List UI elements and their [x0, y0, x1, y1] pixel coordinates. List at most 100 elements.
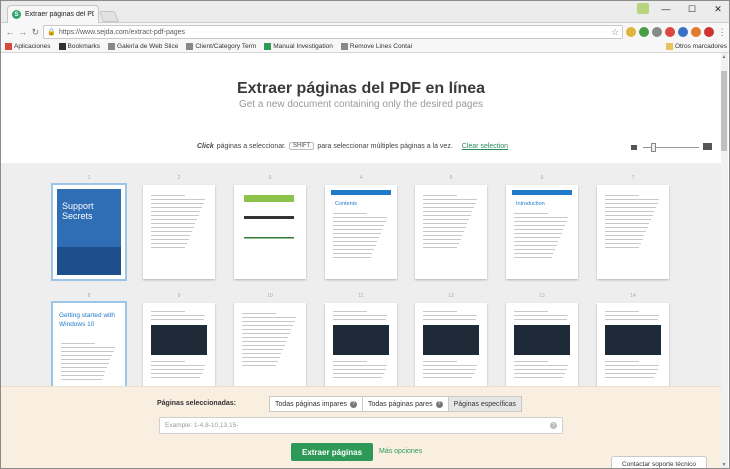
odd-pages-option[interactable]: Todas páginas impares ? [269, 396, 363, 412]
text-line [61, 367, 107, 368]
text-line [423, 219, 469, 220]
address-bar[interactable]: 🔒 https://www.sejda.com/extract-pdf-page… [43, 25, 624, 39]
text-line [423, 365, 478, 366]
scroll-up-icon[interactable]: ▲ [720, 53, 728, 61]
bookmark-item[interactable]: Client/Category Term [186, 43, 256, 50]
close-window-button[interactable]: ✕ [705, 4, 729, 15]
bookmark-item[interactable]: Galería de Web Slice [108, 43, 178, 50]
text-line [605, 239, 643, 240]
forward-button[interactable]: → [18, 26, 28, 38]
bookmark-label: Manual Investigation [273, 43, 333, 50]
text-line [605, 369, 658, 370]
page-thumbnail[interactable] [234, 303, 306, 397]
text-line [333, 233, 381, 234]
text-line [151, 373, 202, 374]
screenshot-image [151, 325, 207, 355]
bookmark-item[interactable]: Remove Lines Contai [340, 43, 412, 50]
help-icon[interactable]: ? [350, 400, 357, 408]
page-icon [186, 43, 194, 50]
text-line [605, 315, 660, 316]
page-thumbnail[interactable] [597, 303, 669, 397]
text-line [61, 371, 106, 372]
page-thumbnail[interactable] [506, 303, 578, 397]
text-line [242, 313, 276, 314]
green-square-icon [264, 43, 272, 50]
page-thumbnail[interactable] [143, 185, 215, 279]
text-line [605, 227, 648, 228]
page-thumbnail[interactable]: Introduction [506, 185, 578, 279]
text-line [423, 203, 476, 204]
page-number: 1 [87, 175, 91, 181]
text-line [333, 365, 388, 366]
text-line [605, 211, 655, 212]
menu-button[interactable]: ⋮ [717, 26, 727, 38]
page-number: 3 [268, 175, 272, 181]
text-lines [151, 361, 207, 381]
text-lines [605, 361, 661, 381]
extension-5-icon[interactable] [678, 27, 689, 37]
tab-active[interactable]: S Extraer páginas del PDF × [7, 5, 99, 23]
text-line [605, 199, 660, 200]
extension-1-icon[interactable] [626, 27, 637, 37]
more-options-link[interactable]: Más opciones [379, 448, 422, 455]
text-line [151, 239, 189, 240]
text-line [151, 199, 206, 200]
page-icon [340, 43, 348, 50]
user-profile-icon[interactable] [637, 3, 649, 14]
bookmark-item[interactable]: Bookmarks [58, 43, 100, 50]
zoom-handle[interactable] [651, 143, 656, 152]
minimize-button[interactable]: — [653, 4, 679, 14]
page-scrollbar[interactable]: ▲ ▼ [720, 53, 728, 468]
contact-support-button[interactable]: Contactar soporte técnico [611, 456, 707, 468]
text-line [333, 369, 386, 370]
text-line [605, 311, 639, 312]
other-bookmarks[interactable]: Otros marcadores [665, 43, 727, 50]
page-thumbnail[interactable] [143, 303, 215, 397]
text-line [151, 361, 185, 362]
clear-selection-link[interactable]: Clear selection [462, 143, 508, 150]
text-line [423, 311, 457, 312]
folder-icon [665, 43, 673, 50]
text-lines [605, 311, 661, 323]
extension-2-icon[interactable] [639, 27, 650, 37]
new-tab-button[interactable] [98, 11, 120, 22]
scroll-down-icon[interactable]: ▼ [720, 461, 728, 468]
page-thumbnail[interactable]: Contents [325, 185, 397, 279]
text-lines [423, 361, 479, 381]
help-icon[interactable]: ? [435, 400, 443, 408]
page-thumbnail[interactable] [234, 185, 306, 279]
reload-button[interactable]: ↻ [31, 26, 41, 38]
text-line [423, 223, 468, 224]
bookmark-star-icon[interactable]: ☆ [611, 27, 619, 38]
sejda-favicon-icon: S [12, 10, 21, 19]
browser-window: S Extraer páginas del PDF × — ☐ ✕ ← → ↻ … [0, 0, 730, 469]
page-thumbnail[interactable] [597, 185, 669, 279]
bookmark-item[interactable]: Aplicaciones [5, 43, 51, 50]
text-line [242, 333, 290, 334]
extract-pages-button[interactable]: Extraer páginas [291, 443, 373, 461]
page-thumbnail[interactable] [415, 303, 487, 397]
cover-graphic [57, 247, 121, 275]
page-thumbnail[interactable] [325, 303, 397, 397]
bookmark-item[interactable]: Manual Investigation [264, 43, 333, 50]
back-button[interactable]: ← [5, 26, 15, 38]
other-bookmarks-label: Otros marcadores [674, 43, 727, 50]
extension-4-icon[interactable] [665, 27, 676, 37]
page-content: Extraer páginas del PDF en línea Get a n… [1, 54, 721, 468]
even-pages-option[interactable]: Todas páginas pares ? [363, 396, 449, 412]
extension-7-icon[interactable] [704, 27, 715, 37]
text-line [333, 257, 371, 258]
page-thumbnail[interactable]: Getting started with Windows 10 [51, 301, 127, 399]
text-line [605, 243, 641, 244]
specific-pages-option[interactable]: Páginas específicas [448, 396, 522, 412]
thumbnail-zoom-slider[interactable] [631, 143, 713, 153]
input-help-icon[interactable]: ? [550, 422, 557, 429]
maximize-button[interactable]: ☐ [679, 4, 705, 15]
pages-input[interactable]: Example: 1-4,8-10,13,15- ? [159, 417, 563, 434]
scrollbar-thumb[interactable] [721, 71, 727, 151]
instruction-text-2: para seleccionar múltiples páginas a la … [317, 142, 453, 150]
extension-3-icon[interactable] [652, 27, 663, 37]
page-thumbnail[interactable]: Support Secrets [51, 183, 127, 281]
extension-6-icon[interactable] [691, 27, 702, 37]
page-thumbnail[interactable] [415, 185, 487, 279]
